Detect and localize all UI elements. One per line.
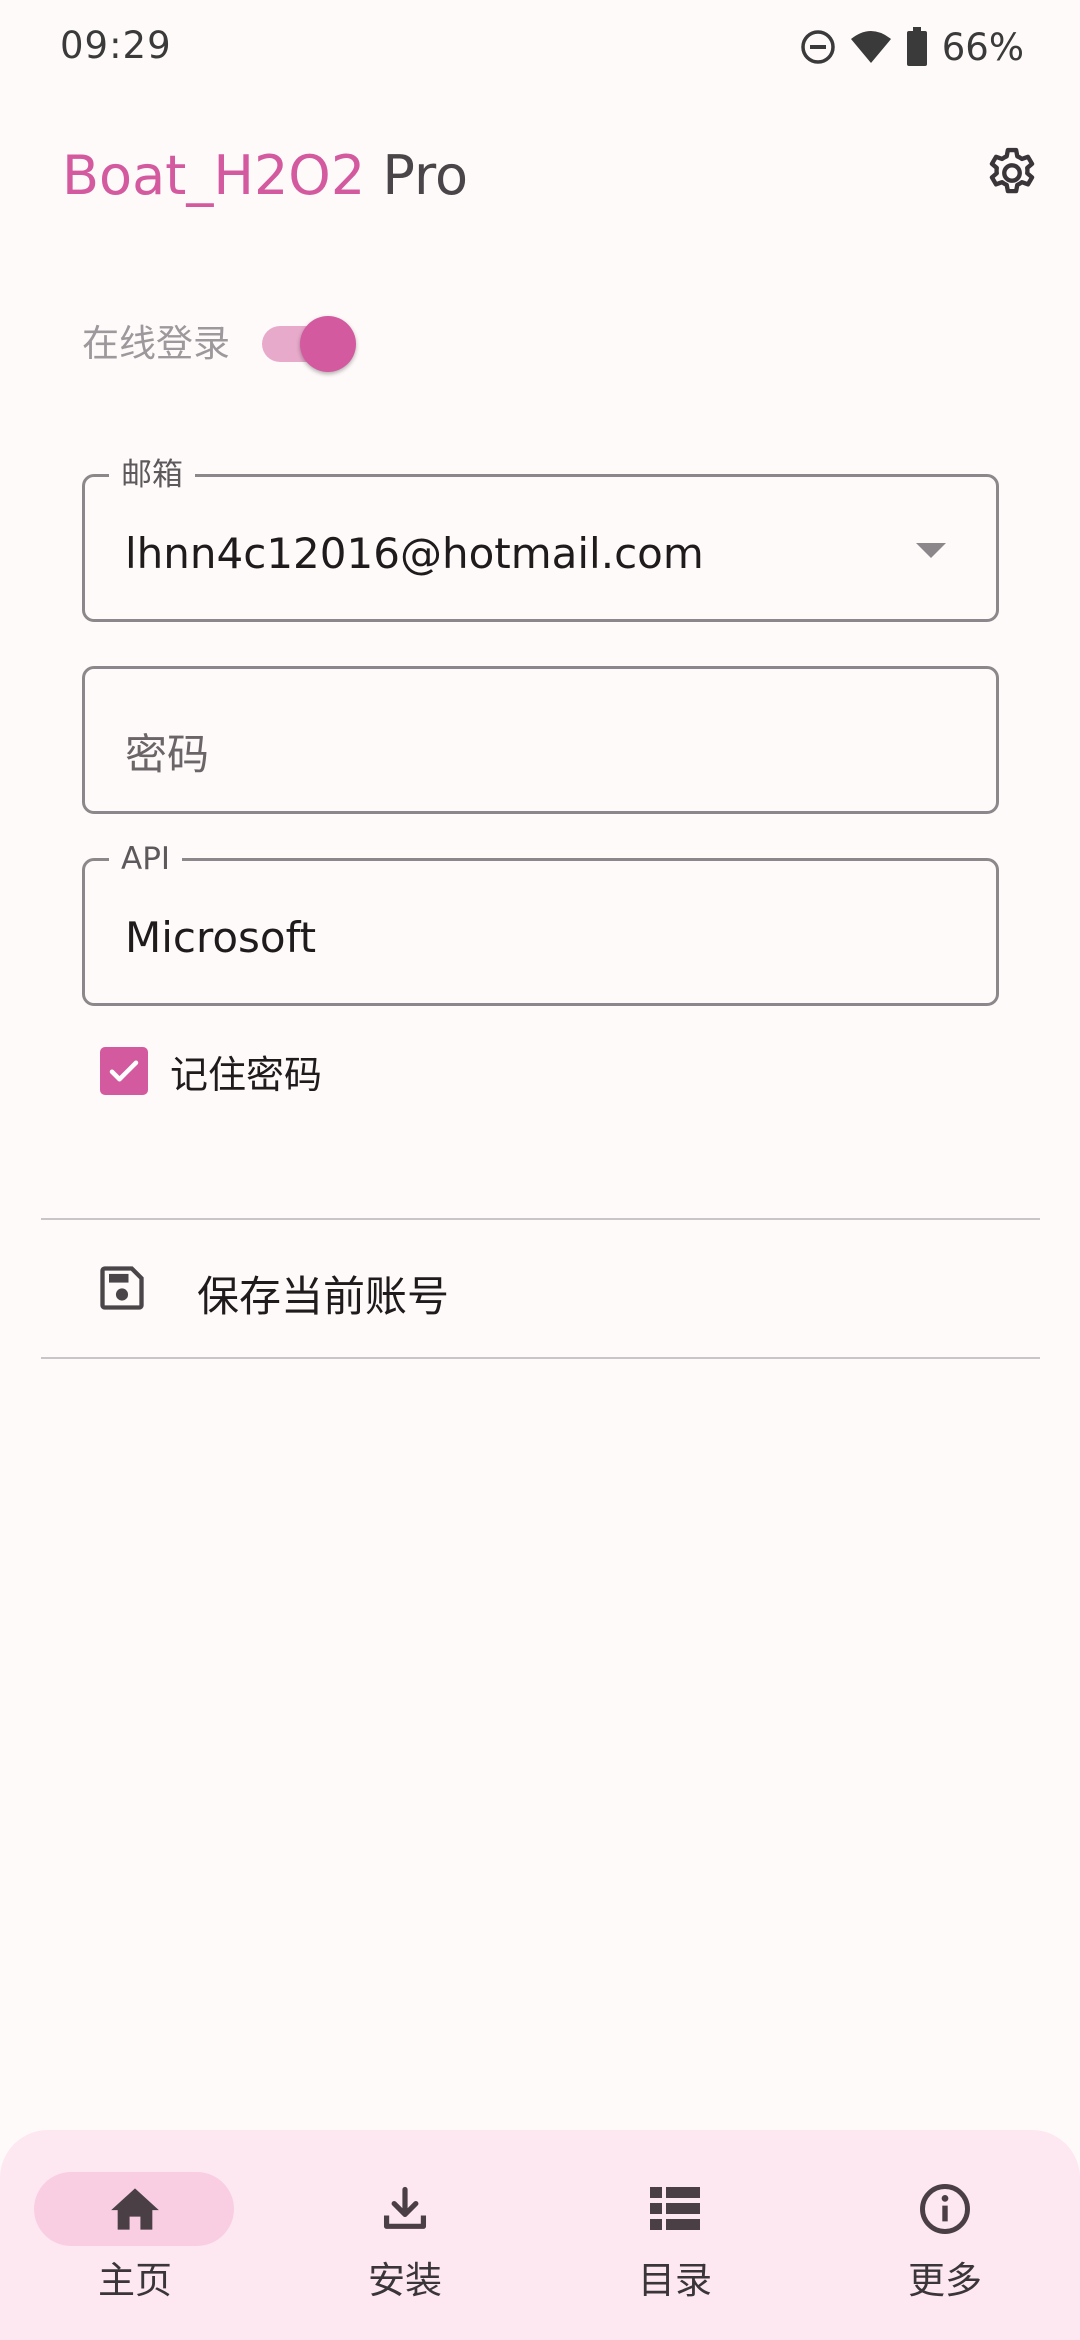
- email-value: lhnn4c12016@hotmail.com: [125, 529, 704, 578]
- gear-icon: [983, 144, 1041, 206]
- screen: 09:29 66% Boat_H2O2 Pro 在线登录 邮箱 lhnn4c12…: [0, 0, 1080, 2340]
- nav-item-more[interactable]: 更多: [810, 2130, 1080, 2340]
- list-icon: [640, 2180, 710, 2238]
- online-login-row: 在线登录: [82, 305, 356, 375]
- status-bar: 09:29 66%: [0, 0, 1080, 96]
- do-not-disturb-icon: [800, 29, 836, 65]
- save-account-label: 保存当前账号: [197, 1272, 450, 1321]
- nav-label-more: 更多: [908, 2259, 982, 2302]
- online-login-switch[interactable]: [260, 310, 356, 372]
- remember-password-checkbox[interactable]: [100, 1047, 148, 1095]
- switch-thumb: [300, 316, 356, 372]
- password-placeholder: 密码: [125, 730, 210, 779]
- remember-password-label: 记住密码: [170, 1052, 323, 1097]
- nav-label-install: 安装: [368, 2259, 442, 2302]
- app-title: Boat_H2O2 Pro: [62, 144, 468, 207]
- save-icon: [96, 1262, 148, 1318]
- app-title-brand: Boat_H2O2: [62, 144, 366, 207]
- bottom-nav: 主页 安装 目录 更多: [0, 2130, 1080, 2340]
- status-time: 09:29: [60, 24, 172, 67]
- battery-icon: [906, 27, 928, 67]
- api-field[interactable]: API Microsoft: [82, 839, 999, 1006]
- email-label: 邮箱: [109, 455, 195, 495]
- nav-item-catalog[interactable]: 目录: [540, 2130, 810, 2340]
- status-icons: 66%: [800, 22, 1024, 72]
- app-title-suffix: Pro: [365, 144, 469, 207]
- download-icon: [370, 2180, 440, 2238]
- nav-label-home: 主页: [98, 2259, 172, 2302]
- nav-label-catalog: 目录: [638, 2259, 712, 2302]
- remember-password-row[interactable]: 记住密码: [100, 1046, 323, 1097]
- wifi-icon: [850, 29, 892, 65]
- info-icon: [910, 2180, 980, 2238]
- save-account-button[interactable]: 保存当前账号: [41, 1220, 1040, 1357]
- nav-item-home[interactable]: 主页: [0, 2130, 270, 2340]
- api-label: API: [109, 839, 183, 879]
- password-field[interactable]: 密码: [82, 666, 999, 814]
- divider: [41, 1357, 1040, 1359]
- dropdown-arrow-icon[interactable]: [916, 543, 946, 558]
- home-icon: [100, 2180, 170, 2238]
- check-icon: [109, 1060, 139, 1082]
- online-login-label: 在线登录: [82, 322, 230, 365]
- nav-item-install[interactable]: 安装: [270, 2130, 540, 2340]
- settings-button[interactable]: [974, 137, 1050, 213]
- battery-percent: 66%: [941, 25, 1024, 69]
- app-bar: Boat_H2O2 Pro: [0, 120, 1080, 230]
- api-value: Microsoft: [125, 913, 317, 962]
- email-field[interactable]: 邮箱 lhnn4c12016@hotmail.com: [82, 455, 999, 622]
